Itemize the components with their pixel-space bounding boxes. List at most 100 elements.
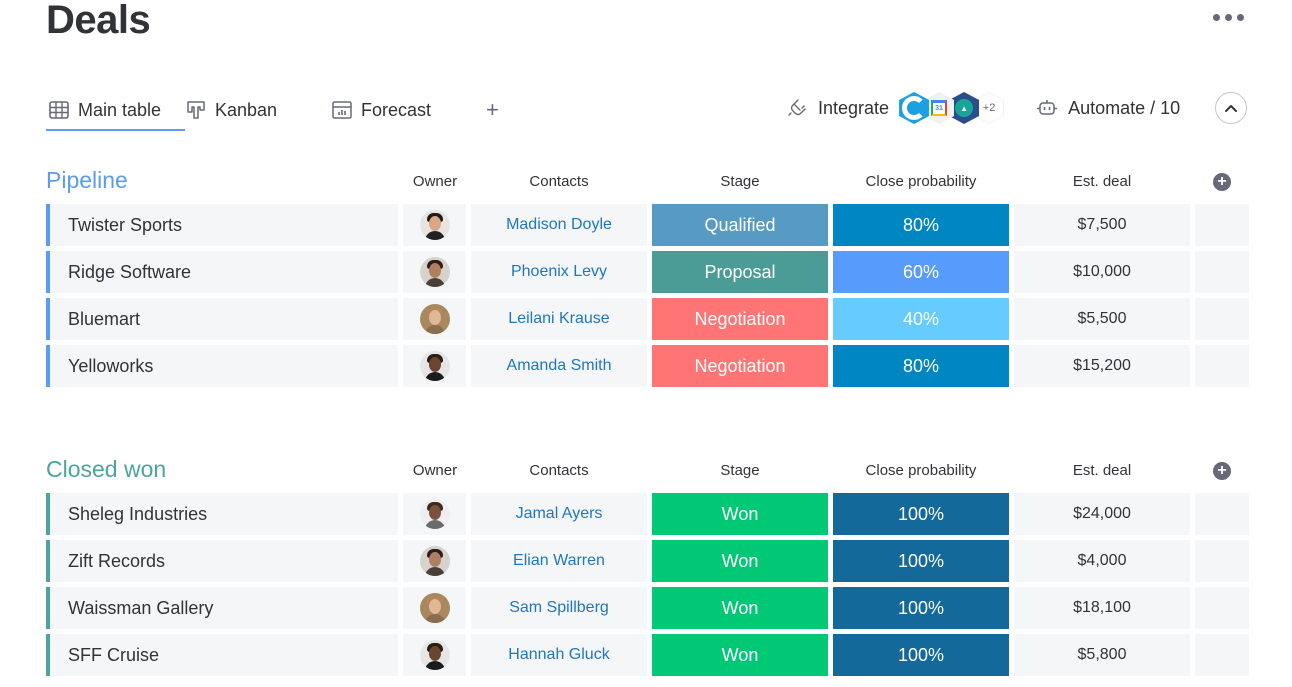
- est-deal-value[interactable]: $4,000: [1014, 540, 1190, 582]
- column-header-owner[interactable]: Owner: [403, 462, 467, 479]
- empty-cell: [1195, 345, 1249, 387]
- item-name[interactable]: Bluemart: [46, 298, 398, 340]
- add-column-button[interactable]: +: [1213, 173, 1231, 191]
- column-header-contacts[interactable]: Contacts: [471, 462, 647, 479]
- ellipsis-horizontal-icon: [1213, 14, 1220, 21]
- owner-cell[interactable]: [403, 540, 466, 582]
- column-header-close-probability[interactable]: Close probability: [833, 173, 1009, 190]
- est-deal-value[interactable]: $15,200: [1014, 345, 1190, 387]
- column-header-close-probability[interactable]: Close probability: [833, 462, 1009, 479]
- contact-link[interactable]: Sam Spillberg: [471, 587, 647, 629]
- tab-main-table[interactable]: Main table: [46, 90, 185, 131]
- group-header: Pipeline Owner Contacts Stage Close prob…: [46, 163, 1250, 199]
- table-row: Bluemart Leilani Krause Negotiation 40% …: [46, 298, 1250, 340]
- add-view-button[interactable]: +: [486, 97, 499, 123]
- close-probability-status[interactable]: 100%: [833, 540, 1009, 582]
- add-column-button[interactable]: +: [1213, 462, 1231, 480]
- column-header-est-deal[interactable]: Est. deal: [1014, 462, 1190, 479]
- column-header-stage[interactable]: Stage: [652, 462, 828, 479]
- est-deal-value[interactable]: $10,000: [1014, 251, 1190, 293]
- est-deal-value[interactable]: $5,500: [1014, 298, 1190, 340]
- stage-status[interactable]: Proposal: [652, 251, 828, 293]
- integration-icons[interactable]: 31 ▲ +2: [899, 92, 1005, 124]
- owner-cell[interactable]: [403, 251, 466, 293]
- stage-status[interactable]: Won: [652, 634, 828, 676]
- kanban-icon: [187, 101, 205, 119]
- group-title[interactable]: Closed won: [46, 456, 166, 483]
- contact-link[interactable]: Phoenix Levy: [471, 251, 647, 293]
- item-name[interactable]: Waissman Gallery: [46, 587, 398, 629]
- empty-cell: [1195, 587, 1249, 629]
- page-title: Deals: [46, 0, 151, 42]
- item-name[interactable]: SFF Cruise: [46, 634, 398, 676]
- owner-cell[interactable]: [403, 345, 466, 387]
- stage-status[interactable]: Won: [652, 493, 828, 535]
- item-name[interactable]: Zift Records: [46, 540, 398, 582]
- integrate-label: Integrate: [818, 97, 890, 118]
- collapse-header-button[interactable]: [1215, 92, 1247, 124]
- table-row: Waissman Gallery Sam Spillberg Won 100% …: [46, 587, 1250, 629]
- close-probability-status[interactable]: 100%: [833, 634, 1009, 676]
- stage-status[interactable]: Negotiation: [652, 345, 828, 387]
- empty-cell: [1195, 493, 1249, 535]
- empty-cell: [1195, 634, 1249, 676]
- tab-kanban[interactable]: Kanban: [185, 90, 331, 130]
- group-title[interactable]: Pipeline: [46, 167, 128, 194]
- close-probability-status[interactable]: 40%: [833, 298, 1009, 340]
- stage-status[interactable]: Won: [652, 540, 828, 582]
- tab-label: Main table: [78, 99, 162, 120]
- close-probability-status[interactable]: 100%: [833, 493, 1009, 535]
- item-name[interactable]: Twister Sports: [46, 204, 398, 246]
- tab-label: Forecast: [361, 99, 432, 120]
- contact-link[interactable]: Amanda Smith: [471, 345, 647, 387]
- board-toolbar: Integrate 31 ▲ +2 Automate / 10: [786, 90, 1180, 126]
- dot: [1225, 14, 1232, 21]
- est-deal-value[interactable]: $7,500: [1014, 204, 1190, 246]
- close-probability-status[interactable]: 100%: [833, 587, 1009, 629]
- stage-status[interactable]: Won: [652, 587, 828, 629]
- close-probability-status[interactable]: 80%: [833, 204, 1009, 246]
- group-header: Closed won Owner Contacts Stage Close pr…: [46, 452, 1250, 488]
- table-row: Zift Records Elian Warren Won 100% $4,00…: [46, 540, 1250, 582]
- empty-cell: [1195, 540, 1249, 582]
- close-probability-status[interactable]: 80%: [833, 345, 1009, 387]
- column-header-owner[interactable]: Owner: [403, 173, 467, 190]
- est-deal-value[interactable]: $5,800: [1014, 634, 1190, 676]
- chevron-up-icon: [1225, 105, 1237, 112]
- avatar: [419, 304, 450, 334]
- owner-cell[interactable]: [403, 493, 466, 535]
- avatar: [419, 546, 450, 576]
- owner-cell[interactable]: [403, 204, 466, 246]
- tab-forecast[interactable]: Forecast: [331, 90, 481, 130]
- automate-button[interactable]: Automate / 10: [1036, 98, 1180, 119]
- column-header-stage[interactable]: Stage: [652, 173, 828, 190]
- table-row: Twister Sports Madison Doyle Qualified 8…: [46, 204, 1250, 246]
- group-pipeline: Pipeline Owner Contacts Stage Close prob…: [46, 163, 1250, 387]
- column-header-contacts[interactable]: Contacts: [471, 173, 647, 190]
- item-name[interactable]: Yelloworks: [46, 345, 398, 387]
- owner-cell[interactable]: [403, 634, 466, 676]
- column-header-est-deal[interactable]: Est. deal: [1014, 173, 1190, 190]
- more-options-button[interactable]: [1213, 14, 1244, 21]
- contact-link[interactable]: Elian Warren: [471, 540, 647, 582]
- avatar: [419, 499, 450, 529]
- contact-link[interactable]: Hannah Gluck: [471, 634, 647, 676]
- close-probability-status[interactable]: 60%: [833, 251, 1009, 293]
- stage-status[interactable]: Qualified: [652, 204, 828, 246]
- item-name[interactable]: Sheleg Industries: [46, 493, 398, 535]
- table-row: Yelloworks Amanda Smith Negotiation 80% …: [46, 345, 1250, 387]
- owner-cell[interactable]: [403, 298, 466, 340]
- table-row: SFF Cruise Hannah Gluck Won 100% $5,800: [46, 634, 1250, 676]
- est-deal-value[interactable]: $24,000: [1014, 493, 1190, 535]
- avatar: [419, 593, 450, 623]
- est-deal-value[interactable]: $18,100: [1014, 587, 1190, 629]
- avatar: [419, 257, 450, 287]
- stage-status[interactable]: Negotiation: [652, 298, 828, 340]
- salesforce-icon: [899, 92, 930, 124]
- contact-link[interactable]: Madison Doyle: [471, 204, 647, 246]
- item-name[interactable]: Ridge Software: [46, 251, 398, 293]
- contact-link[interactable]: Jamal Ayers: [471, 493, 647, 535]
- owner-cell[interactable]: [403, 587, 466, 629]
- contact-link[interactable]: Leilani Krause: [471, 298, 647, 340]
- integrate-button[interactable]: Integrate: [786, 98, 889, 119]
